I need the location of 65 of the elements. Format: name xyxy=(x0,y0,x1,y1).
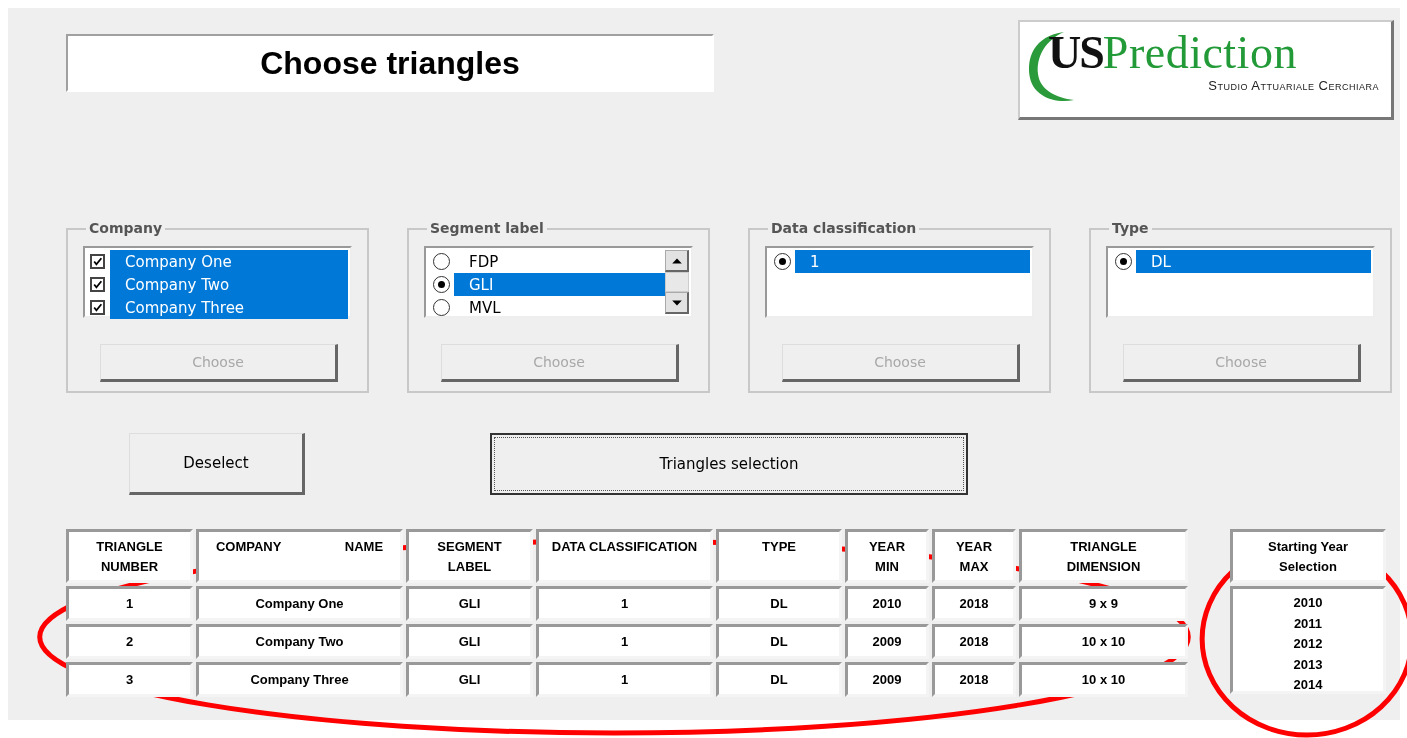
checkbox[interactable] xyxy=(90,277,105,292)
table-cell: Company One xyxy=(196,586,403,621)
column-header: TRIANGLE NUMBER xyxy=(66,529,193,583)
column-header: TYPE xyxy=(716,529,842,583)
table-cell: Company Two xyxy=(196,624,403,659)
column-header: YEAR MAX xyxy=(932,529,1016,583)
list-header: Starting Year Selection xyxy=(1230,529,1386,583)
checkbox[interactable] xyxy=(90,300,105,315)
table-cell: 1 xyxy=(536,586,713,621)
list-item[interactable]: 2014 xyxy=(1293,675,1323,696)
column-header: COMPANY NAME xyxy=(196,529,403,583)
form-title: Choose triangles xyxy=(66,34,714,92)
table-cell: GLI xyxy=(406,624,533,659)
radio-button[interactable] xyxy=(433,276,450,293)
table-cell: 2018 xyxy=(932,586,1016,621)
table-cell: Company Three xyxy=(196,662,403,697)
table-cell: 9 x 9 xyxy=(1019,586,1188,621)
table-cell: 2010 xyxy=(845,586,929,621)
table-cell: DL xyxy=(716,624,842,659)
table-cell: 2018 xyxy=(932,624,1016,659)
table-cell: 2009 xyxy=(845,624,929,659)
group-label: Segment label xyxy=(427,220,547,236)
group-label: Company xyxy=(86,220,166,236)
radio-button[interactable] xyxy=(433,253,450,270)
table-cell: 10 x 10 xyxy=(1019,662,1188,697)
list-item[interactable]: DL xyxy=(1136,250,1371,273)
list-item[interactable]: GLI xyxy=(454,273,665,296)
table-cell: 3 xyxy=(66,662,193,697)
triangle-up-icon xyxy=(670,256,683,265)
radio-button[interactable] xyxy=(433,299,450,316)
group-label: Type xyxy=(1109,220,1152,236)
table-cell: DL xyxy=(716,662,842,697)
column-header: SEGMENT LABEL xyxy=(406,529,533,583)
list-item[interactable]: 2011 xyxy=(1293,613,1323,634)
scrollbar[interactable] xyxy=(665,250,689,314)
triangle-down-icon xyxy=(670,298,683,307)
table-cell: 2009 xyxy=(845,662,929,697)
table-cell: 1 xyxy=(66,586,193,621)
column-header: YEAR MIN xyxy=(845,529,929,583)
list-item[interactable]: FDP xyxy=(454,250,665,273)
list-item[interactable]: 2012 xyxy=(1293,634,1323,655)
column-header: TRIANGLE DIMENSION xyxy=(1019,529,1188,583)
column-header: DATA CLASSIFICATION xyxy=(536,529,713,583)
list-item[interactable]: 2010 xyxy=(1293,593,1323,614)
table-cell: DL xyxy=(716,586,842,621)
table-cell: GLI xyxy=(406,586,533,621)
list-item[interactable]: Company Two xyxy=(110,273,348,296)
list-item[interactable]: MVL xyxy=(454,296,665,319)
list-item[interactable]: Company One xyxy=(110,250,348,273)
company-logo: USPrediction Studio Attuariale Cerchiara xyxy=(1018,20,1394,120)
radio-button[interactable] xyxy=(1115,253,1132,270)
deselect-button[interactable]: Deselect xyxy=(129,433,305,495)
radio-button[interactable] xyxy=(774,253,791,270)
table-cell: 2018 xyxy=(932,662,1016,697)
group-label: Data classification xyxy=(768,220,920,236)
table-cell: 1 xyxy=(536,624,713,659)
list-item[interactable]: Company Three xyxy=(110,296,348,319)
list-item[interactable]: 1 xyxy=(795,250,1030,273)
table-cell: GLI xyxy=(406,662,533,697)
selection-button[interactable]: Triangles selection xyxy=(490,433,968,495)
table-cell: 2 xyxy=(66,624,193,659)
table-cell: 1 xyxy=(536,662,713,697)
table-cell: 10 x 10 xyxy=(1019,624,1188,659)
checkbox[interactable] xyxy=(90,254,105,269)
list-item[interactable]: 2013 xyxy=(1293,654,1323,675)
